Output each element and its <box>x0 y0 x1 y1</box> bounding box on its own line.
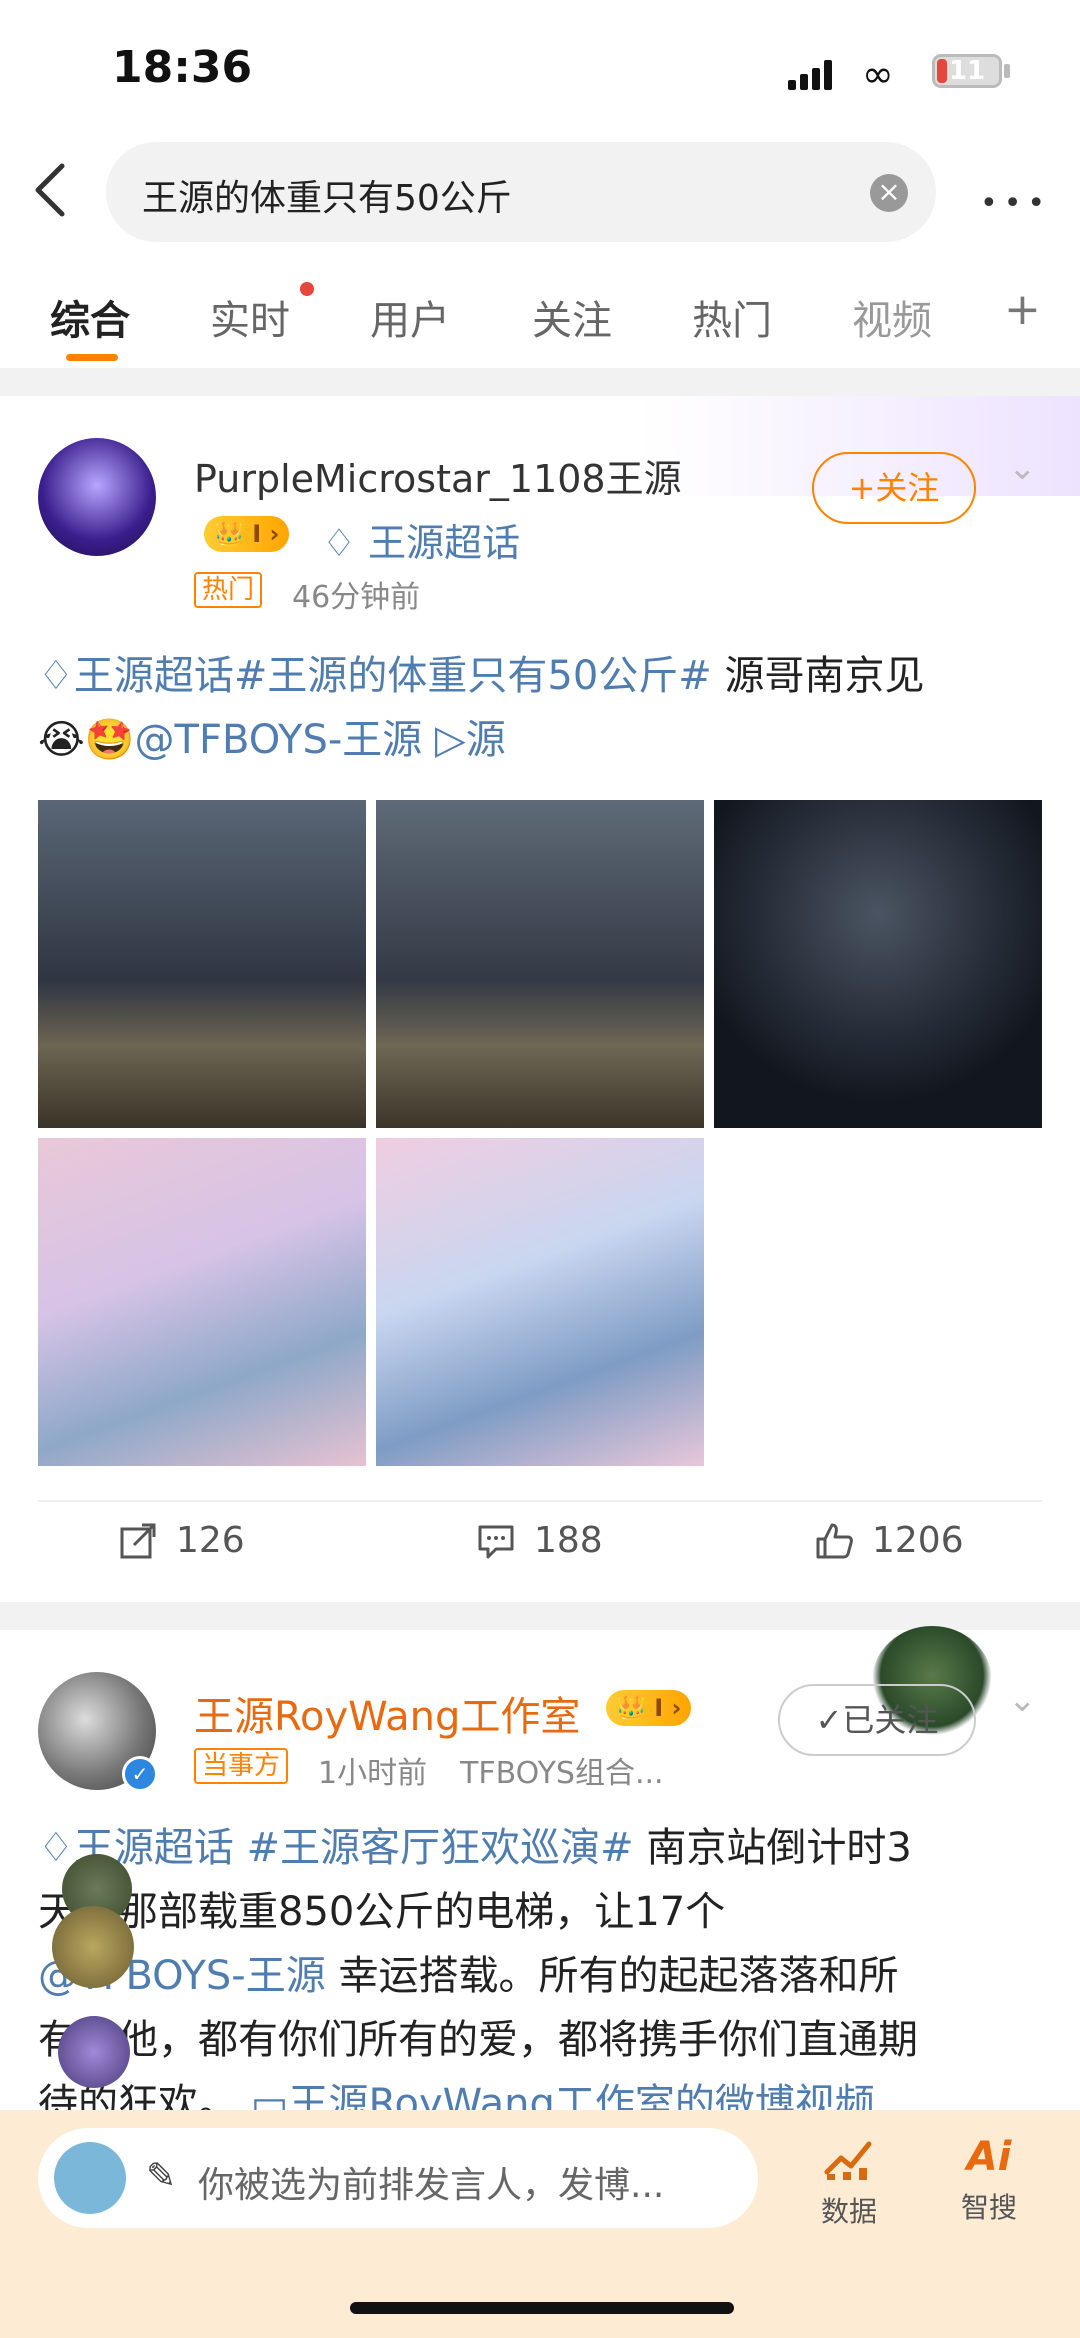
tab-active-indicator <box>66 354 118 361</box>
battery-cap <box>1004 64 1010 78</box>
home-indicator[interactable] <box>350 2302 734 2314</box>
ai-search-icon: Ai <box>966 2134 1012 2180</box>
data-button[interactable]: 数据 <box>804 2132 894 2230</box>
divider <box>0 368 1080 396</box>
hot-badge: 热门 <box>194 572 263 608</box>
video-icon: ▭ <box>250 2081 289 2110</box>
new-dot-icon <box>300 282 314 296</box>
avatar[interactable] <box>38 438 156 556</box>
like-icon <box>816 1523 853 1558</box>
chevron-left-icon[interactable] <box>30 160 70 220</box>
post-text: 幸运搭载。所有的起起落落和所 <box>325 1953 899 1999</box>
compose-placeholder[interactable]: 你被选为前排发言人，发博... <box>198 2156 664 2208</box>
tab-users[interactable]: 用户 <box>370 288 450 346</box>
battery-icon: 11 <box>932 54 1002 88</box>
mention-link[interactable]: @TFBOYS-王源 <box>135 717 423 763</box>
comment-button[interactable]: 188 <box>476 1520 603 1561</box>
comment-icon <box>478 1525 514 1558</box>
tab-comprehensive[interactable]: 综合 <box>50 288 130 346</box>
vip-badge: 👑 I › <box>606 1690 692 1726</box>
ai-search-label: 智搜 <box>960 2191 1017 2224</box>
verified-icon: ✓ <box>122 1756 158 1792</box>
repost-button[interactable]: 126 <box>118 1520 245 1561</box>
diamond-icon: ♢ <box>322 521 357 565</box>
vip-badge: 👑 I › <box>204 516 290 552</box>
status-time: 18:36 <box>112 42 253 93</box>
post-image-1[interactable] <box>38 800 366 1128</box>
video-link-label: 王源RoyWang工作室的微博视频 <box>288 2081 875 2110</box>
hashtag-link[interactable]: #王源客厅狂欢巡演# <box>247 1825 634 1871</box>
repost-count: 126 <box>176 1520 245 1561</box>
add-tab-icon[interactable]: + <box>1004 284 1041 335</box>
link-text[interactable]: ▷源 <box>435 717 506 763</box>
search-tabs: 综合 实时 用户 关注 热门 视频 + <box>0 270 1080 366</box>
pencil-icon: ✎ <box>146 2156 177 2197</box>
following-label: 已关注 <box>842 1701 939 1739</box>
post-text: 有的他，都有你们所有的爱，都将携手你们直通期 <box>38 2017 918 2063</box>
avatar <box>54 2142 126 2214</box>
post-username[interactable]: 王源RoyWang工作室 <box>194 1684 580 1742</box>
supertopic-label: 王源超话 <box>368 521 521 565</box>
supertopic-link[interactable]: ♢ 王源超话 <box>322 512 520 567</box>
compose-input[interactable]: ✎ 你被选为前排发言人，发博... <box>38 2128 758 2228</box>
post-source: TFBOYS组合... <box>460 1756 664 1791</box>
tab-hot[interactable]: 热门 <box>692 288 772 346</box>
following-button[interactable]: ✓已关注 <box>778 1684 976 1756</box>
search-input[interactable]: 王源的体重只有50公斤 × <box>106 142 936 242</box>
post-image-2[interactable] <box>376 800 704 1128</box>
post-text: 南京站倒计时3 <box>633 1825 912 1871</box>
post-image-4[interactable] <box>38 1138 366 1466</box>
close-circle-icon[interactable]: × <box>870 174 908 212</box>
floating-avatar[interactable] <box>52 1906 134 1988</box>
vip-level: I <box>252 520 262 548</box>
supertopic-inline[interactable]: ♢王源超话 <box>38 653 234 699</box>
post-text: 源哥南京见 <box>711 653 925 699</box>
hashtag-link[interactable]: #王源的体重只有50公斤# <box>234 653 712 699</box>
more-dots-icon[interactable]: ••• <box>980 186 1051 221</box>
tab-video[interactable]: 视频 <box>852 288 932 346</box>
topic-text: 王源超话 <box>73 653 234 699</box>
post-image-5[interactable] <box>376 1138 704 1466</box>
status-bar: 18:36 ∞ 11 <box>0 0 1080 130</box>
post-username[interactable]: PurpleMicrostar_1108王源 <box>194 448 682 503</box>
data-label: 数据 <box>820 2195 877 2228</box>
vip-level: I <box>654 1694 664 1722</box>
like-count: 1206 <box>872 1520 964 1561</box>
emoji: 😭🤩 <box>38 717 135 763</box>
post-content: ♢王源超话#王源的体重只有50公斤# 源哥南京见 😭🤩@TFBOYS-王源 ▷源 <box>38 644 1048 772</box>
comment-count: 188 <box>534 1520 603 1561</box>
follow-button[interactable]: +关注 <box>812 452 976 524</box>
post-time: 1小时前 <box>318 1756 428 1791</box>
post-time: 46分钟前 <box>292 580 421 615</box>
check-icon: ✓ <box>815 1701 843 1739</box>
search-query[interactable]: 王源的体重只有50公斤 <box>142 169 512 221</box>
video-link[interactable]: ▭王源RoyWang工作室的微博视频 <box>251 2081 875 2110</box>
chart-icon <box>824 2141 872 2180</box>
supertopic-inline[interactable]: ♢王源超话 <box>38 1825 234 1871</box>
tab-following[interactable]: 关注 <box>532 288 612 346</box>
post-text: 天，那部载重850公斤的电梯，让17个 <box>38 1889 726 1935</box>
floating-avatar[interactable] <box>58 2016 130 2088</box>
divider <box>0 1602 1080 1630</box>
tab-realtime[interactable]: 实时 <box>210 288 290 346</box>
repost-icon <box>120 1523 156 1558</box>
ai-search-button[interactable]: Ai 智搜 <box>944 2132 1034 2226</box>
post-text: 待的狂欢。 <box>38 2081 238 2110</box>
post-content: ♢王源超话 #王源客厅狂欢巡演# 南京站倒计时3 天，那部载重850公斤的电梯，… <box>38 1816 1048 2110</box>
battery-level: 11 <box>948 56 986 86</box>
link-icon: ∞ <box>862 52 894 96</box>
chevron-down-icon[interactable]: ⌄ <box>1008 1680 1037 1720</box>
chevron-down-icon[interactable]: ⌄ <box>1008 448 1037 488</box>
party-badge: 当事方 <box>194 1748 289 1784</box>
like-button[interactable]: 1206 <box>814 1520 964 1561</box>
post-image-3[interactable] <box>714 800 1042 1128</box>
divider <box>38 1500 1042 1502</box>
signal-icon <box>788 54 842 90</box>
